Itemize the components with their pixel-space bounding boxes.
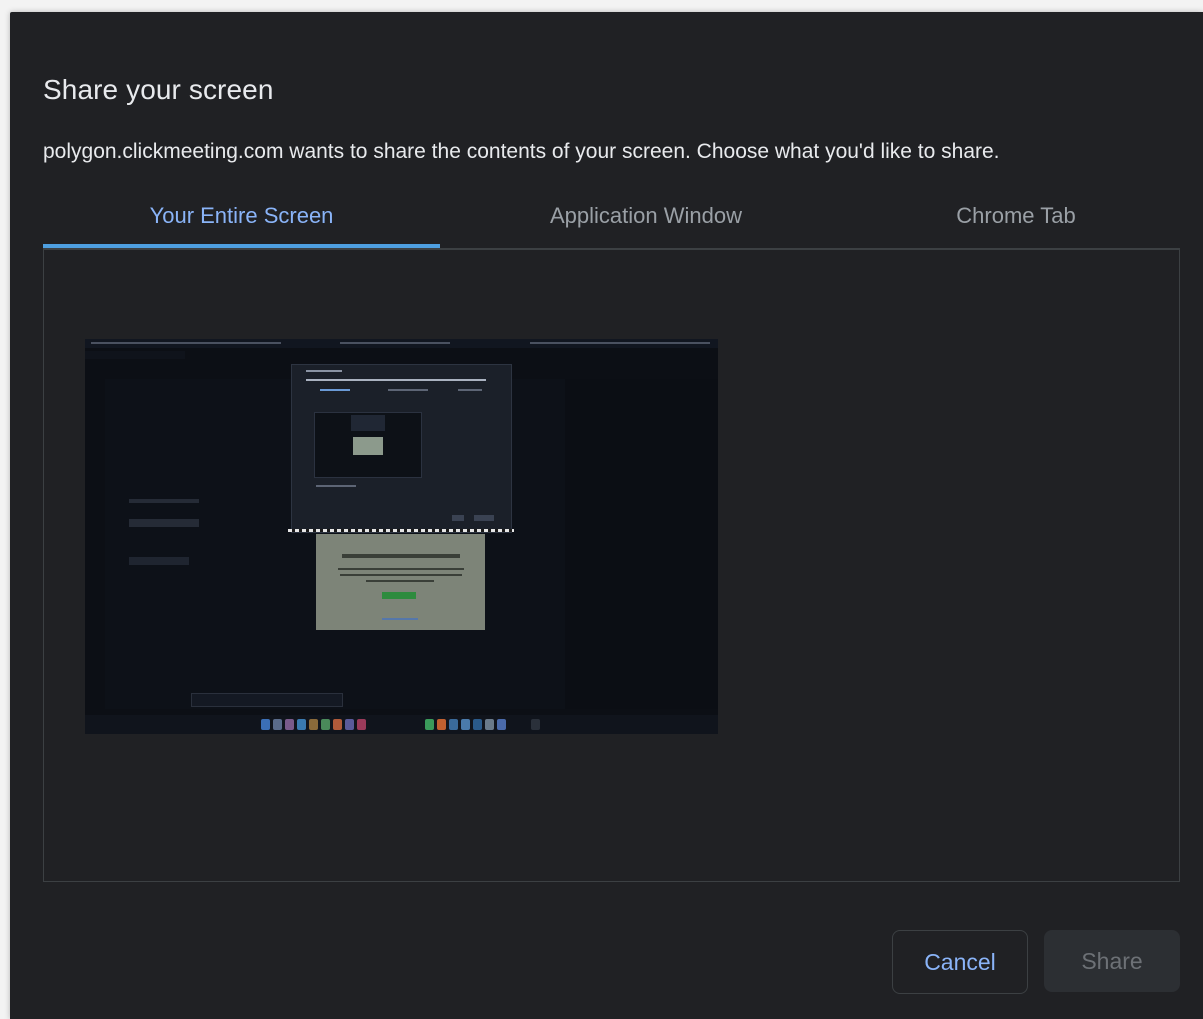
thumb-popup	[316, 534, 485, 630]
tab-chrome-tab[interactable]: Chrome Tab	[852, 202, 1180, 248]
thumb-inner-dialog	[291, 364, 512, 533]
tab-bar: Your Entire Screen Application Window Ch…	[43, 202, 1180, 250]
thumb-toolbar	[191, 693, 343, 707]
screen-thumbnail[interactable]	[85, 339, 718, 734]
tab-application-window[interactable]: Application Window	[440, 202, 852, 248]
share-button[interactable]: Share	[1044, 930, 1180, 992]
thumb-dock	[85, 715, 718, 734]
share-screen-dialog: Share your screen polygon.clickmeeting.c…	[10, 12, 1203, 1019]
dialog-subtitle: polygon.clickmeeting.com wants to share …	[43, 140, 1000, 163]
dialog-title: Share your screen	[43, 74, 274, 105]
source-list	[43, 248, 1180, 882]
thumb-menubar	[85, 339, 718, 348]
cancel-button[interactable]: Cancel	[892, 930, 1028, 994]
tab-entire-screen[interactable]: Your Entire Screen	[43, 202, 440, 248]
thumb-selection	[288, 529, 514, 532]
